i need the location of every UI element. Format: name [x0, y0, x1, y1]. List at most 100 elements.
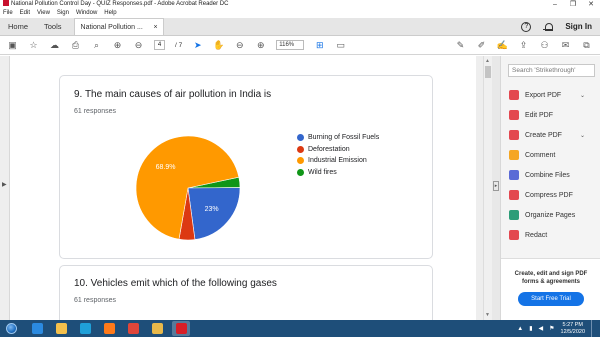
vertical-scrollbar[interactable]: ▲ ▼ [483, 56, 492, 320]
hand-tool-icon[interactable]: ✋ [213, 40, 224, 51]
tool-combine-files[interactable]: Combine Files [509, 165, 597, 185]
tool-label: Combine Files [525, 171, 570, 179]
legend-label: Wild fires [308, 168, 337, 176]
zoom-out-icon[interactable]: ⊖ [234, 40, 245, 51]
scroll-up-icon[interactable]: ▲ [485, 58, 490, 64]
clock-time: 5:27 PM [562, 322, 583, 328]
pie-data-label: 68.9% [156, 164, 176, 171]
taskbar-chrome-button[interactable] [124, 321, 142, 336]
print-icon[interactable]: ⎙ [70, 40, 81, 51]
page-total: / 7 [175, 41, 183, 49]
chevron-down-icon[interactable]: ⌄ [580, 132, 585, 139]
tool-label: Comment [525, 151, 556, 159]
tool-export-pdf[interactable]: Export PDF ⌄ [509, 85, 597, 105]
pane-splitter[interactable]: ▸ [492, 56, 500, 320]
menu-edit[interactable]: Edit [20, 9, 30, 18]
sign-icon[interactable]: ✍ [497, 40, 508, 51]
start-free-trial-button[interactable]: Start Free Trial [518, 292, 584, 306]
scroll-down-icon[interactable]: ▼ [485, 312, 490, 318]
close-tab-icon[interactable]: × [153, 19, 157, 37]
menu-sign[interactable]: Sign [57, 9, 69, 18]
taskbar-firefox-button[interactable] [100, 321, 118, 336]
mail-icon[interactable]: ✉ [560, 40, 571, 51]
promo-line-1: Create, edit and sign PDF [514, 271, 588, 277]
windows-logo-icon [5, 323, 17, 334]
save-icon[interactable]: ▣ [7, 40, 18, 51]
share-icon[interactable]: ⇪ [518, 40, 529, 51]
document-view: 9. The main causes of air pollution in I… [10, 56, 483, 320]
promo-line-2: forms & agreements [521, 279, 581, 285]
bookmark-star-icon[interactable]: ☆ [28, 40, 39, 51]
tab-document[interactable]: National Pollution ... × [73, 18, 164, 37]
close-window-button[interactable]: ✕ [582, 0, 600, 9]
promo-panel: Create, edit and sign PDF forms & agreem… [501, 258, 600, 320]
clock[interactable]: 5:27 PM 12/5/2020 [561, 322, 585, 335]
ie-icon [31, 323, 43, 334]
menu-window[interactable]: Window [76, 9, 97, 18]
select-cursor-icon[interactable]: ➤ [192, 40, 203, 51]
taskbar-acrobat-button[interactable] [172, 321, 190, 336]
taskbar-ie-button[interactable] [28, 321, 46, 336]
response-count: 61 responses [74, 297, 117, 304]
tab-home[interactable]: Home [0, 18, 36, 35]
show-desktop-button[interactable] [591, 320, 596, 337]
promo-text: Create, edit and sign PDF forms & agreem… [501, 270, 600, 286]
tool-edit-pdf[interactable]: Edit PDF [509, 105, 597, 125]
tool-compress-pdf[interactable]: Compress PDF [509, 185, 597, 205]
volume-icon[interactable]: ◀ [539, 325, 544, 332]
acrobat-icon [175, 323, 187, 334]
legend-item: Burning of Fossil Fuels [297, 132, 379, 144]
tool-organize-pages[interactable]: Organize Pages [509, 205, 597, 225]
network-icon[interactable]: ▮ [529, 325, 532, 332]
sign-in-button[interactable]: Sign In [565, 22, 592, 31]
minimize-button[interactable]: – [546, 0, 564, 9]
share-link-icon[interactable]: ⧉ [581, 40, 592, 51]
chevron-down-icon[interactable]: ⌄ [580, 92, 585, 99]
edge-icon [79, 323, 91, 334]
taskbar-edge-button[interactable] [76, 321, 94, 336]
start-button[interactable] [0, 320, 22, 337]
zoom-level-select[interactable]: 116% [276, 40, 305, 50]
tab-tools[interactable]: Tools [36, 18, 70, 35]
tabs-bar: Home Tools National Pollution ... × ? Si… [0, 18, 600, 36]
scroll-thumb[interactable] [485, 66, 491, 78]
legend-item: Wild fires [297, 167, 379, 179]
comment-icon[interactable]: ✎ [455, 40, 466, 51]
zoom-in-icon[interactable]: ⊕ [255, 40, 266, 51]
previous-page-icon[interactable]: ⊕ [112, 40, 123, 51]
tool-create-pdf[interactable]: Create PDF ⌄ [509, 125, 597, 145]
pie-chart: 23% 68.9% [135, 135, 241, 241]
toolbar: ▣ ☆ ☁ ⎙ ⌕ ⊕ ⊖ 4 / 7 ➤ ✋ ⊖ ⊕ 116% ⊞ ▭ ✎ ✐… [0, 36, 600, 55]
tray-arrow-icon[interactable]: ▲ [517, 326, 523, 332]
taskbar-apps [22, 321, 190, 336]
collapse-right-pane-icon[interactable]: ▸ [493, 181, 499, 191]
flag-icon[interactable]: ⚑ [549, 325, 554, 332]
legend-dot-icon [297, 157, 304, 165]
taskbar-explorer-button[interactable] [52, 321, 70, 336]
next-page-icon[interactable]: ⊖ [133, 40, 144, 51]
tool-comment[interactable]: Comment [509, 145, 597, 165]
question-title: 10. Vehicles emit which of the following… [74, 278, 277, 289]
window-controls: – ❐ ✕ [546, 0, 600, 9]
expand-left-pane-icon[interactable]: ▶ [2, 181, 7, 188]
tool-create-pdf-icon [509, 130, 519, 140]
page-number-input[interactable]: 4 [154, 40, 165, 50]
notification-bell-icon[interactable] [543, 22, 554, 32]
help-icon[interactable]: ? [521, 21, 532, 32]
menu-view[interactable]: View [37, 9, 50, 18]
pen-icon[interactable]: ✐ [476, 40, 487, 51]
tool-redact[interactable]: Redact [509, 225, 597, 245]
pie-data-label: 23% [205, 206, 219, 213]
maximize-button[interactable]: ❐ [564, 0, 582, 9]
menu-help[interactable]: Help [104, 9, 116, 18]
taskbar-folder-button[interactable] [148, 321, 166, 336]
add-user-icon[interactable]: ⚇ [539, 40, 550, 51]
fit-page-icon[interactable]: ⊞ [314, 40, 325, 51]
menu-file[interactable]: File [3, 9, 13, 18]
tools-search-input[interactable]: Search 'Strikethrough' [508, 64, 595, 77]
zoom-search-icon[interactable]: ⌕ [91, 40, 102, 51]
highlight-tool-icon[interactable]: ▭ [335, 40, 346, 51]
legend-label: Industrial Emission [308, 157, 367, 165]
upload-cloud-icon[interactable]: ☁ [49, 40, 60, 51]
chrome-icon [127, 323, 139, 334]
